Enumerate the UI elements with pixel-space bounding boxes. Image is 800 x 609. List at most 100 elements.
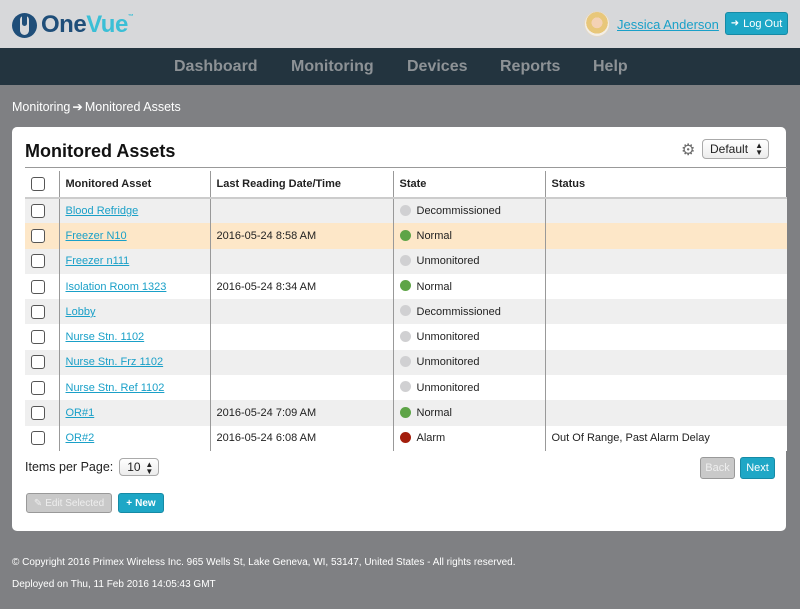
logout-button[interactable]: ➜ Log Out <box>725 12 788 35</box>
row-select-cell <box>25 223 59 249</box>
asset-link[interactable]: Isolation Room 1323 <box>66 281 167 293</box>
row-checkbox[interactable] <box>31 431 45 446</box>
row-checkbox[interactable] <box>31 406 45 421</box>
asset-cell: OR#1 <box>58 400 210 426</box>
asset-cell: Nurse Stn. Ref 1102 <box>58 375 210 401</box>
state-label: Unmonitored <box>416 255 480 268</box>
breadcrumb-parent[interactable]: Monitoring <box>12 100 70 114</box>
row-select-cell <box>25 375 59 401</box>
asset-cell: OR#2 <box>58 425 210 451</box>
row-checkbox[interactable] <box>31 355 45 370</box>
asset-link[interactable]: Freezer N10 <box>66 230 127 242</box>
breadcrumb-current: Monitored Assets <box>84 100 181 114</box>
table-row[interactable]: Freezer n111 Unmonitored <box>25 248 787 274</box>
logo-mark-icon <box>12 12 37 38</box>
nav-help[interactable]: Help <box>593 58 628 76</box>
next-button[interactable]: Next <box>740 457 775 479</box>
column-header-status[interactable]: Status <box>544 171 787 199</box>
column-header-last-reading[interactable]: Last Reading Date/Time <box>209 171 393 199</box>
state-cell: Decommissioned <box>392 299 545 325</box>
row-checkbox[interactable] <box>31 304 45 319</box>
table-row[interactable]: Nurse Stn. 1102 Unmonitored <box>25 324 787 350</box>
asset-link[interactable]: Blood Refridge <box>66 205 139 217</box>
table-row[interactable]: Nurse Stn. Ref 1102 Unmonitored <box>25 375 787 401</box>
last-reading-cell <box>209 299 393 325</box>
new-button[interactable]: + New <box>118 493 164 513</box>
state-indicator-icon <box>399 204 411 216</box>
page-title: Monitored Assets <box>25 141 176 161</box>
status-cell <box>544 324 787 350</box>
asset-link[interactable]: Freezer n111 <box>66 255 130 267</box>
state-label: Decommissioned <box>416 305 501 318</box>
table-row[interactable]: Isolation Room 1323 2016-05-24 8:34 AM Nor… <box>25 273 787 300</box>
logo-trademark: ™ <box>127 14 134 20</box>
state-label: Normal <box>416 229 452 242</box>
user-avatar[interactable] <box>584 11 610 37</box>
asset-link[interactable]: OR#1 <box>66 407 95 419</box>
asset-link[interactable]: Lobby <box>66 306 96 318</box>
state-indicator-icon <box>399 305 411 317</box>
footer-copyright: © Copyright 2016 Primex Wireless Inc. 96… <box>12 557 516 568</box>
table-row[interactable]: Freezer N10 2016-05-24 8:58 AM Normal <box>25 223 787 249</box>
column-header-state[interactable]: State <box>392 171 545 199</box>
table-row[interactable]: Nurse Stn. Frz 1102 Unmonitored <box>25 349 787 376</box>
select-arrows-icon: ▲ ▼ <box>145 460 154 476</box>
nav-dashboard[interactable]: Dashboard <box>174 58 258 76</box>
arrow-right-icon: ➔ <box>72 100 83 114</box>
items-per-page-value: 10 <box>127 460 141 474</box>
row-checkbox[interactable] <box>31 380 45 395</box>
user-profile-link[interactable]: Jessica Anderson <box>617 17 719 32</box>
edit-selected-button[interactable]: ✎ Edit Selected <box>26 493 112 513</box>
nav-reports[interactable]: Reports <box>500 58 560 76</box>
row-checkbox[interactable] <box>31 279 45 294</box>
status-cell <box>544 273 787 300</box>
gear-icon[interactable]: ⚙ <box>681 140 695 160</box>
footer-deployed: Deployed on Thu, 11 Feb 2016 14:05:43 GM… <box>12 579 216 590</box>
asset-link[interactable]: Nurse Stn. Frz 1102 <box>66 356 164 368</box>
logout-label: Log Out <box>743 17 783 30</box>
state-label: Normal <box>416 407 452 420</box>
row-checkbox[interactable] <box>31 204 45 219</box>
asset-link[interactable]: Nurse Stn. Ref 1102 <box>66 382 165 394</box>
asset-cell: Freezer N10 <box>58 223 210 249</box>
row-select-cell <box>25 400 59 426</box>
last-reading-cell: 2016-05-24 7:09 AM <box>209 400 393 426</box>
table-row[interactable]: Blood Refridge Decommissioned <box>25 198 787 224</box>
state-indicator-icon <box>399 431 411 443</box>
state-cell: Unmonitored <box>392 248 545 274</box>
state-cell: Unmonitored <box>392 349 545 376</box>
items-per-page-select[interactable]: 10 ▲ ▼ <box>119 458 160 476</box>
view-select[interactable]: Default ▲ ▼ <box>702 139 769 159</box>
select-all-checkbox[interactable] <box>31 177 45 191</box>
back-button[interactable]: Back <box>700 457 735 479</box>
row-checkbox[interactable] <box>31 228 45 243</box>
nav-monitoring[interactable]: Monitoring <box>291 58 374 76</box>
asset-link[interactable]: OR#2 <box>66 432 95 444</box>
status-cell <box>544 400 787 426</box>
row-select-cell <box>25 273 59 300</box>
row-select-cell <box>25 349 59 376</box>
last-reading-cell <box>209 198 393 224</box>
asset-cell: Blood Refridge <box>58 198 210 224</box>
table-row[interactable]: OR#1 2016-05-24 7:09 AM Normal <box>25 400 787 426</box>
new-label: New <box>135 497 156 509</box>
last-reading-cell: 2016-05-24 6:08 AM <box>209 425 393 451</box>
table-header-row: Monitored Asset Last Reading Date/Time S… <box>25 171 787 199</box>
state-indicator-icon <box>399 229 411 241</box>
row-checkbox[interactable] <box>31 330 45 345</box>
state-indicator-icon <box>399 254 411 266</box>
nav-devices[interactable]: Devices <box>407 58 468 76</box>
table-row[interactable]: Lobby Decommissioned <box>25 299 787 325</box>
row-checkbox[interactable] <box>31 254 45 269</box>
table-row[interactable]: OR#2 2016-05-24 6:08 AM Alarm Out Of Range,… <box>25 425 787 451</box>
asset-cell: Lobby <box>58 299 210 325</box>
row-select-cell <box>25 299 59 325</box>
onevue-logo[interactable]: OneVue™ <box>12 11 134 39</box>
title-divider <box>25 167 787 168</box>
state-label: Normal <box>416 280 452 293</box>
asset-link[interactable]: Nurse Stn. 1102 <box>66 331 145 343</box>
last-reading-cell <box>209 375 393 401</box>
state-label: Unmonitored <box>416 331 480 344</box>
column-header-asset[interactable]: Monitored Asset <box>58 171 210 199</box>
status-cell <box>544 299 787 325</box>
